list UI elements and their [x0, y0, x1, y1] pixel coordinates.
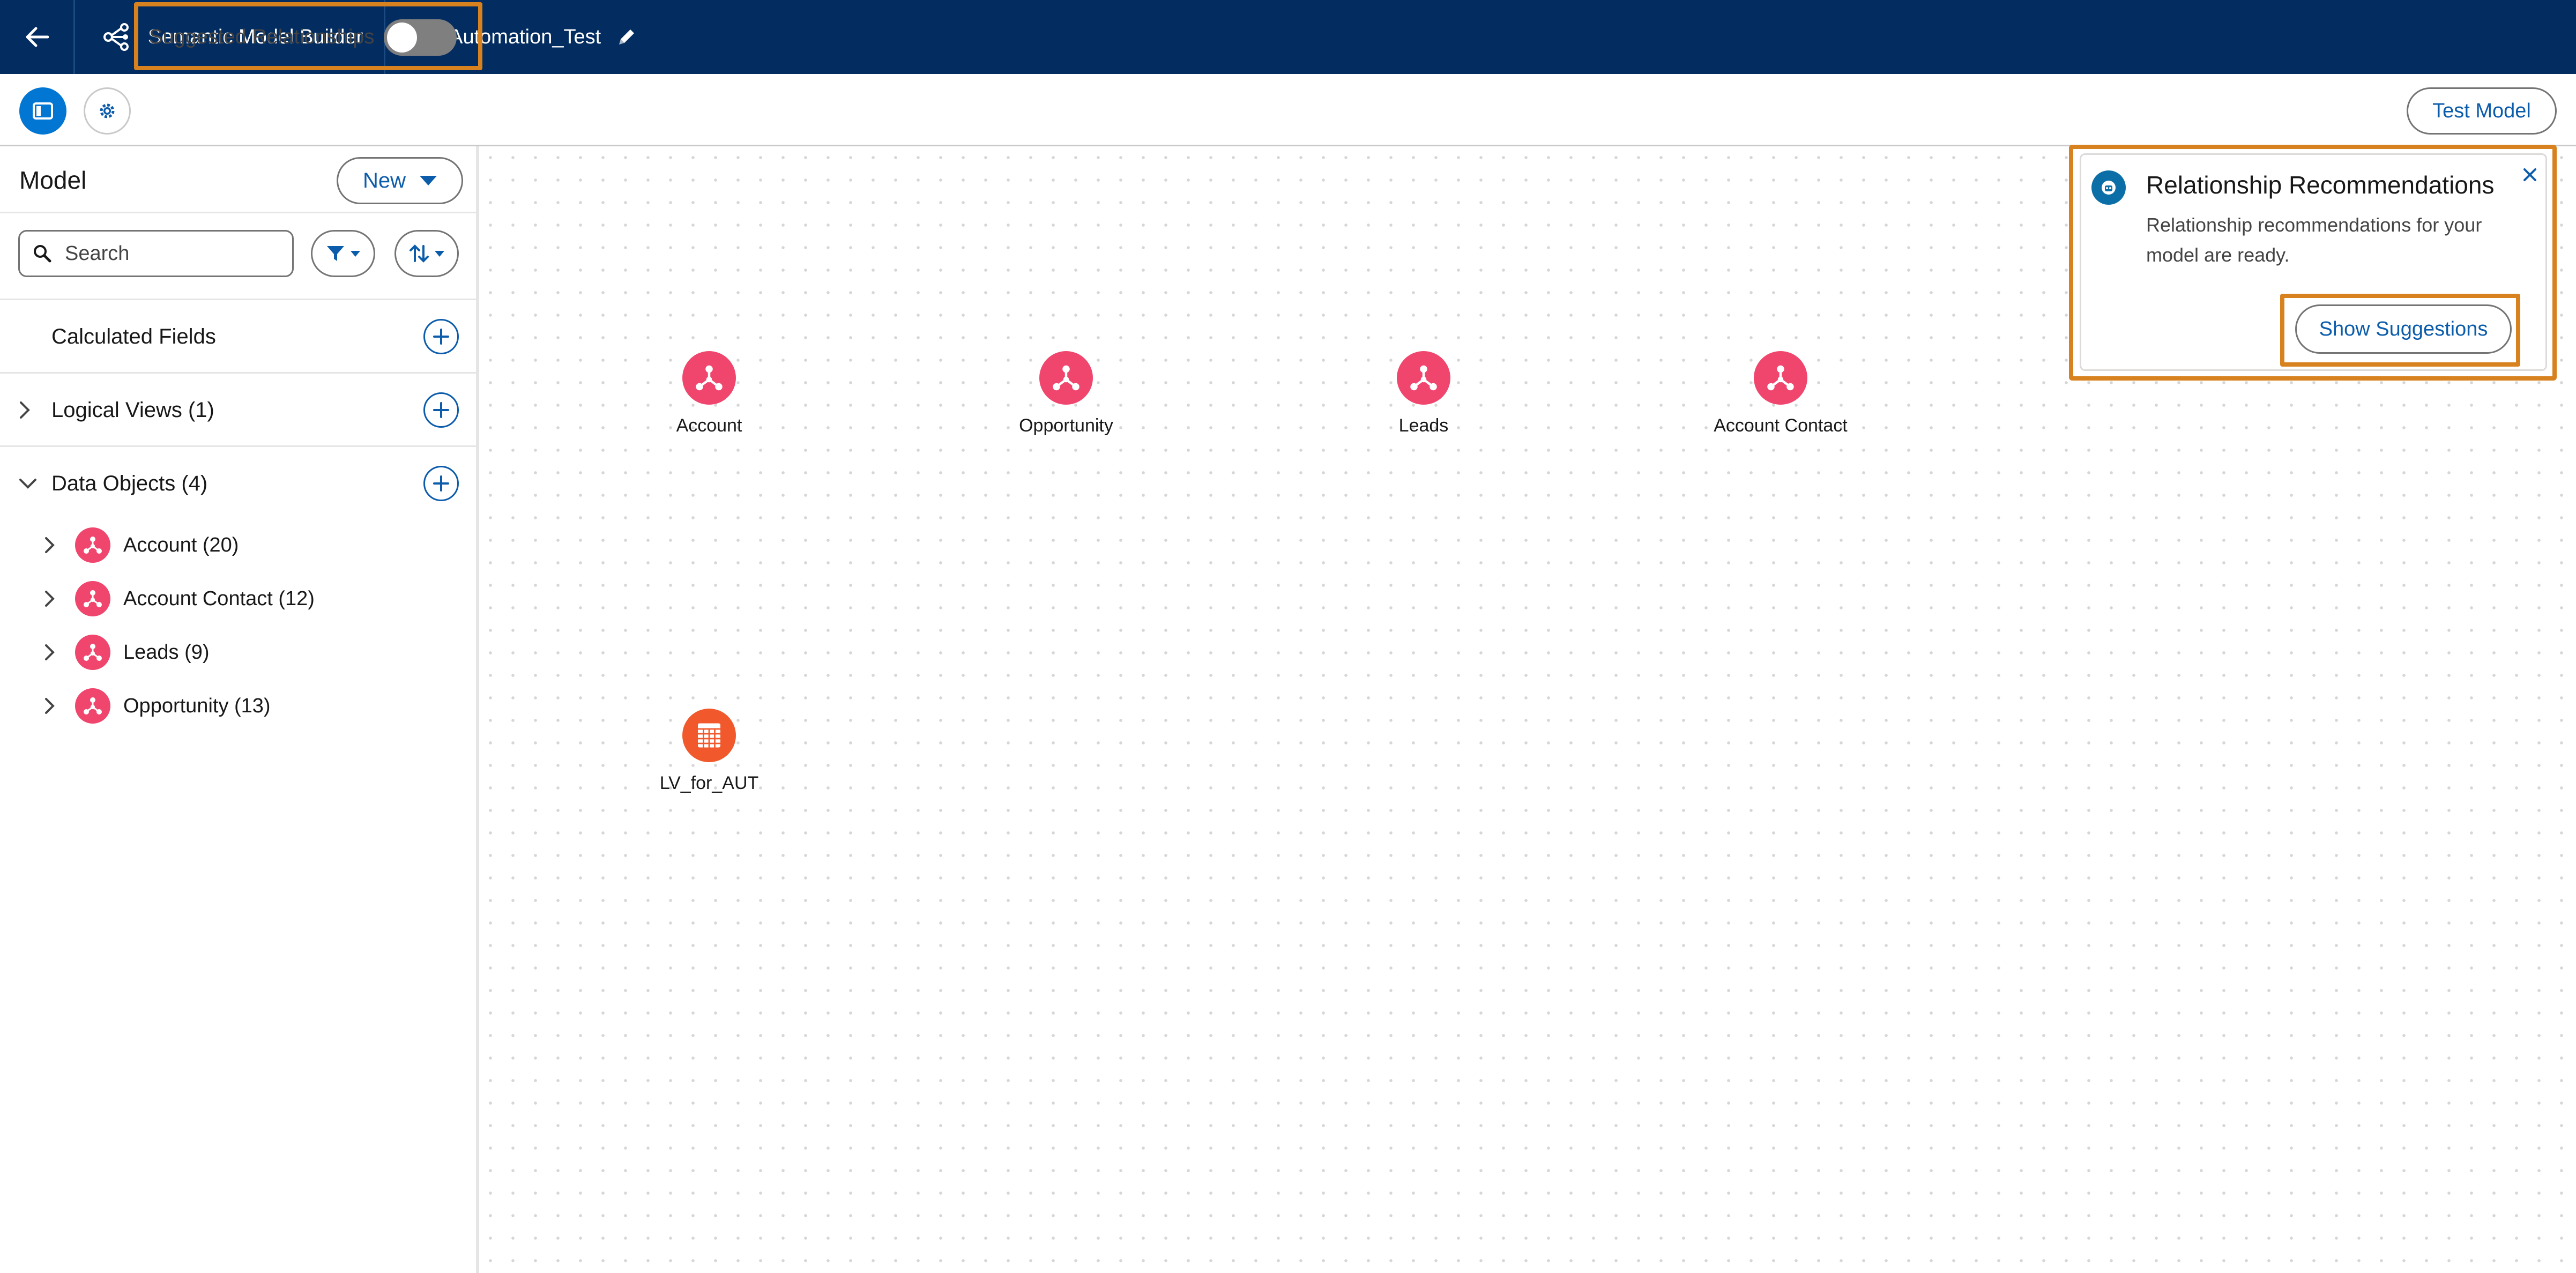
add-logical-view-button[interactable]: [423, 392, 459, 428]
data-object-label: Account Contact (12): [123, 587, 315, 610]
data-object-item[interactable]: Opportunity (13): [0, 679, 476, 733]
toggle-panel-button[interactable]: [19, 87, 66, 135]
search-icon: [34, 245, 51, 263]
data-object-icon: [75, 527, 110, 563]
einstein-icon: [2091, 170, 2126, 205]
divider: [0, 212, 476, 213]
model-panel: Model New Search Calculated Fields Logic…: [0, 146, 479, 1273]
popover-title: Relationship Recommendations: [2146, 171, 2495, 199]
section-logical-views[interactable]: Logical Views (1): [0, 374, 476, 446]
chevron-right-icon[interactable]: [18, 400, 31, 420]
data-object-label: Leads (9): [123, 641, 210, 664]
data-object-item[interactable]: Leads (9): [0, 626, 476, 679]
chevron-right-icon[interactable]: [44, 643, 56, 661]
node-label: Opportunity: [1019, 415, 1113, 436]
node-label: Leads: [1398, 415, 1449, 436]
sort-button[interactable]: [394, 230, 459, 277]
node-label: Account: [676, 415, 742, 436]
chevron-down-icon[interactable]: [18, 477, 38, 490]
data-object-icon: [75, 635, 110, 670]
toggle-knob: [387, 23, 417, 53]
data-object-icon: [1039, 351, 1093, 405]
data-object-icon: [1397, 351, 1450, 405]
test-model-button[interactable]: Test Model: [2407, 87, 2557, 135]
back-arrow-icon: [26, 27, 49, 47]
section-data-objects[interactable]: Data Objects (4): [0, 447, 476, 520]
plus-icon: [433, 402, 449, 418]
canvas-node-leads[interactable]: Leads: [1343, 351, 1504, 436]
new-button[interactable]: New: [337, 157, 463, 204]
chevron-right-icon[interactable]: [44, 590, 56, 608]
logical-view-icon: [682, 709, 736, 762]
semantic-model-icon: [103, 23, 129, 51]
data-object-icon: [75, 688, 110, 724]
canvas-node-account[interactable]: Account: [629, 351, 790, 436]
search-input[interactable]: Search: [18, 230, 294, 277]
new-button-label: New: [362, 168, 406, 192]
chevron-right-icon[interactable]: [44, 536, 56, 554]
add-calculated-field-button[interactable]: [423, 319, 459, 354]
add-data-object-button[interactable]: [423, 466, 459, 501]
toolbar: [0, 74, 2576, 146]
canvas-node-logical-view[interactable]: LV_for_AUT: [629, 709, 790, 794]
filter-button[interactable]: [311, 230, 375, 277]
chevron-down-icon: [420, 176, 437, 185]
data-object-item[interactable]: Account Contact (12): [0, 572, 476, 626]
chevron-right-icon[interactable]: [44, 697, 56, 715]
node-label: LV_for_AUT: [659, 773, 759, 793]
show-suggestions-button[interactable]: Show Suggestions: [2295, 304, 2512, 354]
edit-pencil-icon[interactable]: [616, 26, 637, 48]
sort-icon: [410, 244, 429, 263]
chevron-down-icon: [351, 250, 360, 257]
plus-icon: [433, 329, 449, 345]
canvas-node-opportunity[interactable]: Opportunity: [986, 351, 1146, 436]
chevron-down-icon: [435, 250, 444, 257]
filter-icon: [327, 246, 344, 261]
popover-message: Relationship recommendations for your mo…: [2146, 214, 2482, 266]
close-icon: [2523, 168, 2536, 181]
gear-icon: [100, 103, 115, 118]
canvas-node-account-contact[interactable]: Account Contact: [1700, 351, 1861, 436]
suggested-relationships-label: Suggested Relationships: [149, 26, 375, 48]
section-label: Calculated Fields: [51, 324, 216, 348]
section-label: Data Objects (4): [51, 471, 208, 495]
data-object-item[interactable]: Account (20): [0, 518, 476, 572]
back-button[interactable]: [0, 0, 75, 74]
panel-title: Model: [19, 166, 87, 194]
search-placeholder: Search: [65, 242, 130, 265]
section-calculated-fields[interactable]: Calculated Fields: [0, 300, 476, 373]
close-popover-button[interactable]: [2519, 164, 2541, 185]
data-object-icon: [75, 581, 110, 616]
node-label: Account Contact: [1714, 415, 1848, 436]
data-object-icon: [682, 351, 736, 405]
side-panel-icon: [33, 102, 53, 120]
data-object-label: Account (20): [123, 533, 239, 556]
data-object-icon: [1754, 351, 1807, 405]
data-object-label: Opportunity (13): [123, 694, 271, 717]
suggested-relationships-toggle[interactable]: [384, 19, 457, 56]
section-label: Logical Views (1): [51, 398, 214, 422]
plus-icon: [433, 475, 449, 492]
settings-button[interactable]: [84, 87, 131, 135]
